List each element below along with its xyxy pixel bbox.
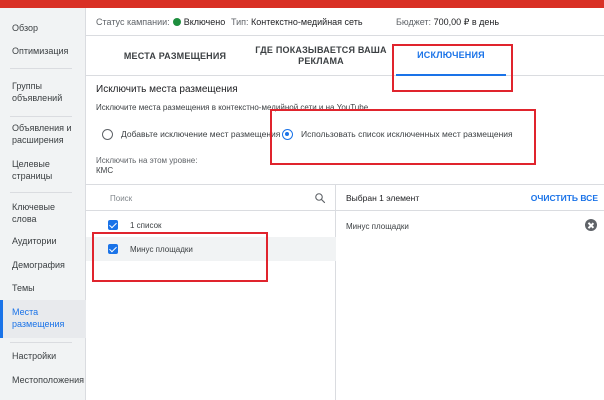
campaign-budget-value: 700,00 ₽ в день: [433, 17, 500, 27]
main-content: МЕСТА РАЗМЕЩЕНИЯ ГДЕ ПОКАЗЫВАЕТСЯ ВАША Р…: [86, 36, 604, 400]
clear-all-button[interactable]: ОЧИСТИТЬ ВСЕ: [531, 193, 598, 203]
tab-where-ads-showed[interactable]: ГДЕ ПОКАЗЫВАЕТСЯ ВАША РЕКЛАМА: [246, 36, 396, 76]
sidebar-item-locations[interactable]: Местоположения: [0, 374, 86, 386]
campaign-type-label: Тип:: [231, 17, 249, 27]
exclusion-level-value: КМС: [96, 166, 114, 175]
remove-icon[interactable]: [585, 219, 597, 231]
sidebar-item-settings[interactable]: Настройки: [0, 350, 86, 362]
sidebar-divider: [10, 116, 72, 117]
search-input[interactable]: [110, 191, 300, 205]
campaign-status-value: Включено: [183, 17, 226, 27]
sidebar-item-placements[interactable]: Места размещения: [0, 300, 86, 338]
sidebar-divider: [10, 192, 72, 193]
sidebar-item-topics[interactable]: Темы: [0, 282, 86, 294]
sidebar-item-ad-groups[interactable]: Группы объявлений: [0, 80, 80, 104]
top-app-bar: [0, 0, 604, 8]
list-item-exclusion-list[interactable]: Минус площадки: [86, 237, 336, 261]
search-icon[interactable]: [314, 192, 326, 204]
section-hint: Исключите места размещения в контекстно-…: [96, 103, 371, 112]
campaign-budget-label: Бюджет:: [396, 17, 432, 27]
sidebar-item-keywords[interactable]: Ключевые слова: [0, 201, 80, 225]
list-item-all-lists[interactable]: 1 список: [86, 213, 336, 237]
checkbox-checked-icon[interactable]: [108, 244, 118, 254]
campaign-status-bar: Статус кампании: Включено Тип: Контекстно…: [86, 8, 604, 36]
campaign-type: Тип: Контекстно-медийная сеть: [231, 17, 363, 27]
campaign-status: Статус кампании: Включено: [96, 17, 225, 27]
available-lists: 1 список Минус площадки: [86, 185, 336, 400]
radio-unchecked-icon: [102, 128, 113, 140]
list-item-label: 1 список: [130, 220, 162, 230]
sidebar-item-ads-extensions[interactable]: Объявления и расширения: [0, 122, 80, 146]
list-item-label: Минус площадки: [130, 244, 193, 254]
selected-item-label: Минус площадки: [346, 222, 409, 231]
radio-use-exclusion-list-label: Использовать список исключенных мест раз…: [301, 129, 513, 139]
radio-add-exclusion-label: Добавьте исключение мест размещения: [121, 129, 281, 139]
campaign-budget: Бюджет: 700,00 ₽ в день: [396, 17, 499, 28]
campaign-type-value: Контекстно-медийная сеть: [251, 17, 363, 27]
campaign-status-label: Статус кампании:: [96, 17, 170, 27]
sidebar-item-overview[interactable]: Обзор: [0, 22, 86, 34]
sidebar-divider: [10, 68, 72, 69]
sidebar-item-landing-pages[interactable]: Целевые страницы: [0, 158, 80, 182]
sidebar-item-demographics[interactable]: Демография: [0, 259, 86, 271]
status-enabled-icon: [172, 18, 181, 26]
radio-checked-icon: [282, 128, 293, 140]
selected-count: Выбран 1 элемент: [346, 193, 420, 203]
exclusion-level-label: Исключить на этом уровне:: [96, 156, 198, 165]
radio-use-exclusion-list[interactable]: Использовать список исключенных мест раз…: [282, 127, 513, 141]
sidebar-divider: [10, 342, 72, 343]
tab-exclusions[interactable]: ИСКЛЮЧЕНИЯ: [396, 36, 506, 76]
selected-lists: Выбран 1 элемент ОЧИСТИТЬ ВСЕ Минус площ…: [336, 185, 604, 400]
tab-placements[interactable]: МЕСТА РАЗМЕЩЕНИЯ: [110, 36, 240, 76]
sidebar-nav: Обзор Оптимизация Группы объявлений Объя…: [0, 8, 86, 400]
search-bar: [86, 185, 336, 211]
sidebar-item-optimization[interactable]: Оптимизация: [0, 45, 86, 57]
selected-header: Выбран 1 элемент ОЧИСТИТЬ ВСЕ: [336, 185, 604, 211]
radio-add-exclusion[interactable]: Добавьте исключение мест размещения: [102, 127, 280, 141]
sidebar-item-audiences[interactable]: Аудитории: [0, 235, 86, 247]
exclusion-list-panel: 1 список Минус площадки Выбран 1 элемент…: [86, 184, 604, 400]
tab-bar: МЕСТА РАЗМЕЩЕНИЯ ГДЕ ПОКАЗЫВАЕТСЯ ВАША Р…: [86, 36, 604, 76]
checkbox-checked-icon[interactable]: [108, 220, 118, 230]
section-title: Исключить места размещения: [96, 84, 238, 95]
